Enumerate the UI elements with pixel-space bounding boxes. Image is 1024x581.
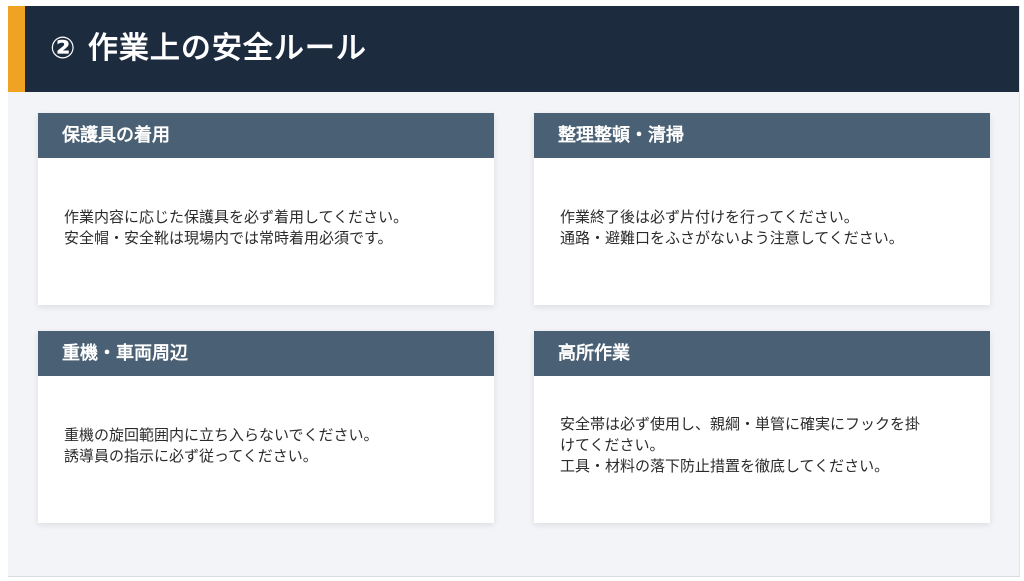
card-text-line: 誘導員の指示に必ず従ってください。 [64, 446, 318, 465]
card-body: 安全帯は必ず使用し、親綱・単管に確実にフックを掛 けてください。 工具・材料の落… [560, 376, 968, 523]
card-text-line: けてください。 [560, 436, 665, 454]
card-text-line: 安全帽・安全靴は現場内では常時着用必須です。 [64, 228, 393, 247]
card-body: 作業内容に応じた保護具を必ず着用してください。 安全帽・安全靴は現場内では常時着… [64, 158, 472, 305]
card-body: 重機の旋回範囲内に立ち入らないでください。 誘導員の指示に必ず従ってください。 [64, 376, 472, 523]
page-title: ② 作業上の安全ルール [50, 31, 367, 66]
card-text-line: 通路・避難口をふさがないよう注意してください。 [560, 228, 904, 247]
card-title: 高所作業 [534, 331, 990, 376]
card-title: 整理整頓・清掃 [534, 113, 990, 158]
card-text-line: 工具・材料の落下防止措置を徹底してください。 [560, 457, 890, 475]
slide: ② 作業上の安全ルール 保護具の着用 作業内容に応じた保護具を必ず着用してくださ… [8, 6, 1020, 577]
card-protective-equipment: 保護具の着用 作業内容に応じた保護具を必ず着用してください。 安全帽・安全靴は現… [38, 113, 494, 305]
card-text-line: 重機の旋回範囲内に立ち入らないでください。 [64, 425, 379, 444]
card-text-line: 安全帯は必ず使用し、親綱・単管に確実にフックを掛 [560, 415, 921, 433]
header-accent-stripe [8, 6, 25, 92]
header-bar: ② 作業上の安全ルール [8, 6, 1019, 92]
card-text-line: 作業内容に応じた保護具を必ず着用してください。 [64, 207, 409, 226]
card-title: 保護具の着用 [38, 113, 494, 158]
card-text-line: 作業終了後は必ず片付けを行ってください。 [560, 207, 859, 226]
card-housekeeping: 整理整頓・清掃 作業終了後は必ず片付けを行ってください。 通路・避難口をふさがな… [534, 113, 990, 305]
card-title: 重機・車両周辺 [38, 331, 494, 376]
card-heavy-machinery: 重機・車両周辺 重機の旋回範囲内に立ち入らないでください。 誘導員の指示に必ず従… [38, 331, 494, 523]
card-body: 作業終了後は必ず片付けを行ってください。 通路・避難口をふさがないよう注意してく… [560, 158, 968, 305]
card-work-at-height: 高所作業 安全帯は必ず使用し、親綱・単管に確実にフックを掛 けてください。 工具… [534, 331, 990, 523]
